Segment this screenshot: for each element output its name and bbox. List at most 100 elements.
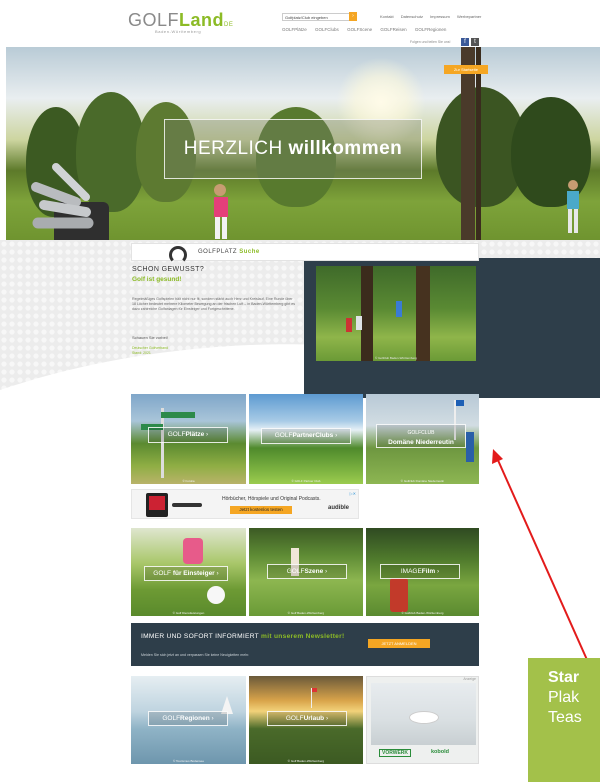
tile-label-prefix: GOLF	[286, 568, 305, 575]
vorwerk-ad[interactable]: Anzeige VORWERK kobold	[366, 676, 479, 764]
tile-label-bold: Domäne Niederreutin	[388, 439, 454, 446]
golf-bag-icon	[390, 578, 408, 612]
ad-phone-image	[146, 493, 168, 517]
golfer-adult	[567, 180, 579, 233]
adchoices-icon[interactable]: ▷✕	[350, 491, 356, 496]
tile-regionen[interactable]: GOLFRegionen › © Tourismus Bodensee	[131, 676, 246, 764]
tile-caption: © Golf Baden-Württemberg	[287, 759, 325, 763]
didyouknow-photo[interactable]: © Golfclub Baden-Württemberg	[316, 266, 476, 361]
tile-label: GOLFRegionen ›	[148, 711, 228, 726]
newsletter-signup-button[interactable]: JETZT ANMELDEN	[368, 639, 430, 648]
hero-trunk	[476, 47, 481, 253]
photo-person	[346, 318, 352, 332]
nav-golfclubs[interactable]: GOLFClubs	[315, 27, 339, 32]
nav-golfplaetze[interactable]: GOLFPlätze	[282, 27, 307, 32]
golfplatz-search[interactable]: GOLFPLATZ Suche	[131, 243, 479, 264]
twitter-icon[interactable]: t	[471, 38, 479, 46]
facebook-icon[interactable]: f	[461, 38, 469, 46]
site-header: GOLFLandDE Baden-Württemberg Golfplatz/C…	[0, 0, 600, 38]
tile-urlaub[interactable]: GOLFUrlaub › © Golf Baden-Württemberg	[249, 676, 363, 764]
hero-cta-button[interactable]: Zur Startseite	[444, 65, 488, 74]
photo-tree	[361, 266, 373, 361]
nav-golfreisen[interactable]: GOLFReisen	[380, 27, 406, 32]
tile-einsteiger[interactable]: GOLF für Einsteiger › © Golf Dienstleist…	[131, 528, 246, 616]
ad-text: Hörbücher, Hörspiele und Original Podcas…	[222, 496, 321, 502]
newsletter-subtitle: Melden Sie sich jetzt an und verpassen S…	[141, 653, 250, 657]
tile-caption: © Tourismus Bodensee	[172, 759, 204, 763]
search-input[interactable]: Golfplatz/Club eingeben	[282, 13, 356, 21]
ad-room-image	[371, 683, 476, 745]
tile-label-prefix: GOLF	[285, 715, 304, 722]
top-link-werbepartner[interactable]: Werbepartner	[457, 14, 481, 19]
hero-title-box: HERZLICH willkommen	[164, 119, 422, 179]
tile-caption: © Fotolia	[182, 479, 195, 483]
tile-golfplaetze[interactable]: GOLFPlätze › © Fotolia	[131, 394, 246, 484]
logo-subtitle: Baden-Württemberg	[155, 29, 202, 34]
hero-banner: Zur Startseite HERZLICH willkommen	[6, 47, 600, 253]
tile-label-prefix: GOLF	[167, 431, 186, 438]
nav-golfregionen[interactable]: GOLFRegionen	[415, 27, 447, 32]
hero-title-bold: willkommen	[288, 138, 403, 159]
tile-label-bold: Regionen	[180, 715, 210, 722]
tile-label-bold: PartnerClubs	[292, 432, 334, 439]
newsletter-banner: IMMER UND SOFORT INFORMIERT mit unserem …	[131, 623, 479, 666]
tile-label: IMAGEFilm ›	[380, 564, 460, 579]
didyouknow-subtitle: Golf ist gesund!	[132, 276, 182, 283]
tile-szene[interactable]: GOLFSzene › © Golf Baden-Württemberg	[249, 528, 363, 616]
logo-accent: Land	[179, 10, 225, 30]
hero-title-light: HERZLICH	[183, 138, 283, 159]
search-button[interactable]: ›	[349, 12, 357, 21]
golf-ball-icon	[207, 586, 225, 604]
flag-icon	[456, 400, 464, 406]
tile-imagefilm[interactable]: IMAGEFilm › © Golfclub Baden-Württemberg	[366, 528, 479, 616]
nav-golfscene[interactable]: GOLFScene	[347, 27, 372, 32]
tile-label: GOLF für Einsteiger ›	[144, 566, 228, 581]
logo-suffix: DE	[224, 22, 234, 28]
golfplatz-search-accent: Suche	[239, 249, 260, 255]
tile-caption: © GOLF Partner Club	[291, 479, 321, 483]
social-text: Folgen und teilen Sie uns!	[410, 40, 451, 44]
annotation-callout: Star Plak Teas	[528, 658, 600, 782]
tile-label: GOLFCLUB Domäne Niederreutin	[376, 424, 466, 448]
tile-label: GOLFPlätze ›	[148, 427, 228, 443]
ad-earbuds-image	[172, 503, 202, 507]
tile-label-prefix: GOLF	[153, 570, 171, 577]
photo-person	[396, 301, 402, 317]
main-nav: GOLFPlätze GOLFClubs GOLFScene GOLFReise…	[282, 27, 453, 32]
flag-icon	[312, 688, 317, 692]
didyouknow-photo-caption: © Golfclub Baden-Württemberg	[375, 356, 417, 360]
top-link-impressum[interactable]: Impressum	[430, 14, 450, 19]
tile-label: GOLFUrlaub ›	[267, 711, 347, 726]
didyouknow-title: SCHON GEWUSST?	[132, 266, 205, 273]
tile-label-prefix: GOLF	[162, 715, 181, 722]
tile-caption: © Golfclub Domäne Niederreutin	[400, 479, 445, 483]
signpost-icon	[161, 408, 164, 478]
didyouknow-source: Deutscher Golfverband Stand: 2021	[132, 346, 168, 355]
photo-person	[356, 316, 362, 330]
top-link-datenschutz[interactable]: Datenschutz	[401, 14, 423, 19]
didyouknow-more[interactable]: Schauen Sie vorbei!	[132, 335, 168, 340]
ad-tag: Anzeige	[463, 677, 476, 681]
callout-line3: Teas	[548, 709, 582, 726]
audible-ad[interactable]: Hörbücher, Hörspiele und Original Podcas…	[131, 489, 359, 519]
ad-cta-button[interactable]: Jetzt kostenlos testen	[230, 506, 292, 514]
site-logo[interactable]: GOLFLandDE	[128, 10, 233, 31]
tile-label: GOLFSzene ›	[267, 564, 347, 579]
hero-title: HERZLICH willkommen	[165, 120, 421, 178]
golfplatz-search-label: GOLFPLATZ Suche	[198, 249, 260, 255]
tile-label-prefix: GOLFCLUB	[407, 430, 435, 436]
tile-caption: © Golf Dienstleistungen	[172, 611, 205, 615]
hero-trunk	[461, 47, 475, 253]
signpost-sign	[161, 412, 195, 418]
top-link-kontakt[interactable]: Kontakt	[380, 14, 394, 19]
tile-domaene[interactable]: GOLFCLUB Domäne Niederreutin © Golfclub D…	[366, 394, 479, 484]
golfers-figure	[183, 538, 203, 564]
golf-clubs-illustration	[31, 163, 109, 253]
search-icon: ›	[352, 13, 354, 19]
top-nav: Kontakt Datenschutz Impressum Werbepartn…	[380, 14, 487, 19]
golfplatz-search-icon	[169, 246, 187, 264]
callout-line1: Star	[548, 669, 580, 686]
logo-main: GOLF	[128, 10, 180, 30]
tile-partnerclubs[interactable]: GOLFPartnerClubs › © GOLF Partner Club	[249, 394, 363, 484]
tile-label-prefix: GOLF	[274, 432, 293, 439]
